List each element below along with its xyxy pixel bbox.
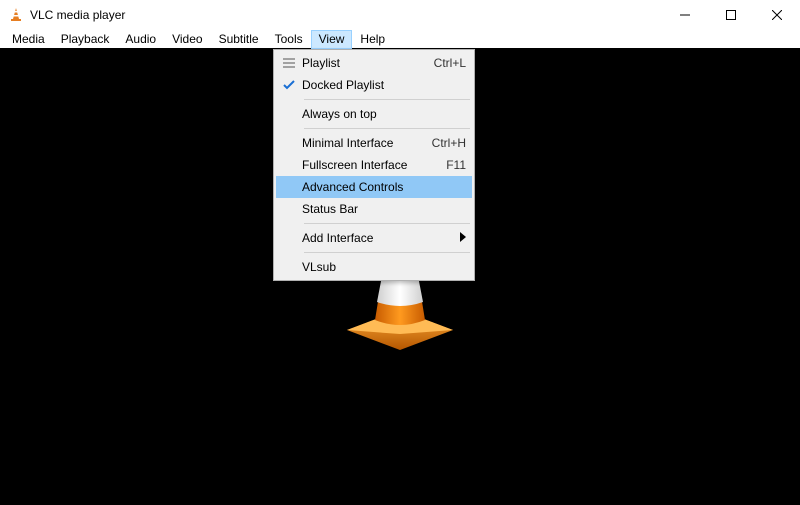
menu-separator	[304, 252, 470, 253]
menu-item-accel: F11	[434, 158, 466, 172]
menu-separator	[304, 223, 470, 224]
menu-item-label: Fullscreen Interface	[302, 154, 434, 176]
menu-item-label: VLsub	[302, 256, 466, 278]
minimize-button[interactable]	[662, 0, 708, 30]
list-icon	[276, 57, 302, 69]
menu-video[interactable]: Video	[164, 30, 210, 49]
view-item-playlist[interactable]: Playlist Ctrl+L	[276, 52, 472, 74]
view-item-minimal-interface[interactable]: Minimal Interface Ctrl+H	[276, 132, 472, 154]
menu-media[interactable]: Media	[4, 30, 53, 49]
menu-item-label: Docked Playlist	[302, 74, 466, 96]
menu-playback[interactable]: Playback	[53, 30, 118, 49]
menu-separator	[304, 128, 470, 129]
view-item-vlsub[interactable]: VLsub	[276, 256, 472, 278]
titlebar: VLC media player	[0, 0, 800, 30]
menu-item-label: Advanced Controls	[302, 176, 466, 198]
window-controls	[662, 0, 800, 30]
maximize-button[interactable]	[708, 0, 754, 30]
menu-help[interactable]: Help	[352, 30, 393, 49]
menu-audio[interactable]: Audio	[117, 30, 164, 49]
menu-tools[interactable]: Tools	[267, 30, 311, 49]
menu-separator	[304, 99, 470, 100]
menubar: Media Playback Audio Video Subtitle Tool…	[0, 30, 800, 49]
view-item-advanced-controls[interactable]: Advanced Controls	[276, 176, 472, 198]
menu-item-label: Minimal Interface	[302, 132, 420, 154]
view-item-add-interface[interactable]: Add Interface	[276, 227, 472, 249]
app-icon	[8, 7, 24, 23]
close-button[interactable]	[754, 0, 800, 30]
menu-item-accel: Ctrl+L	[422, 56, 466, 70]
view-dropdown: Playlist Ctrl+L Docked Playlist Always o…	[273, 49, 475, 281]
menu-item-label: Playlist	[302, 52, 422, 74]
menu-subtitle[interactable]: Subtitle	[211, 30, 267, 49]
menu-item-label: Status Bar	[302, 198, 466, 220]
view-item-docked-playlist[interactable]: Docked Playlist	[276, 74, 472, 96]
window-title: VLC media player	[30, 8, 125, 22]
menu-item-label: Always on top	[302, 103, 466, 125]
menu-view[interactable]: View	[311, 30, 353, 49]
check-icon	[276, 79, 302, 91]
view-item-fullscreen-interface[interactable]: Fullscreen Interface F11	[276, 154, 472, 176]
menu-item-accel: Ctrl+H	[420, 136, 466, 150]
view-item-always-on-top[interactable]: Always on top	[276, 103, 472, 125]
submenu-arrow-icon	[454, 231, 466, 245]
view-item-status-bar[interactable]: Status Bar	[276, 198, 472, 220]
menu-item-label: Add Interface	[302, 227, 454, 249]
